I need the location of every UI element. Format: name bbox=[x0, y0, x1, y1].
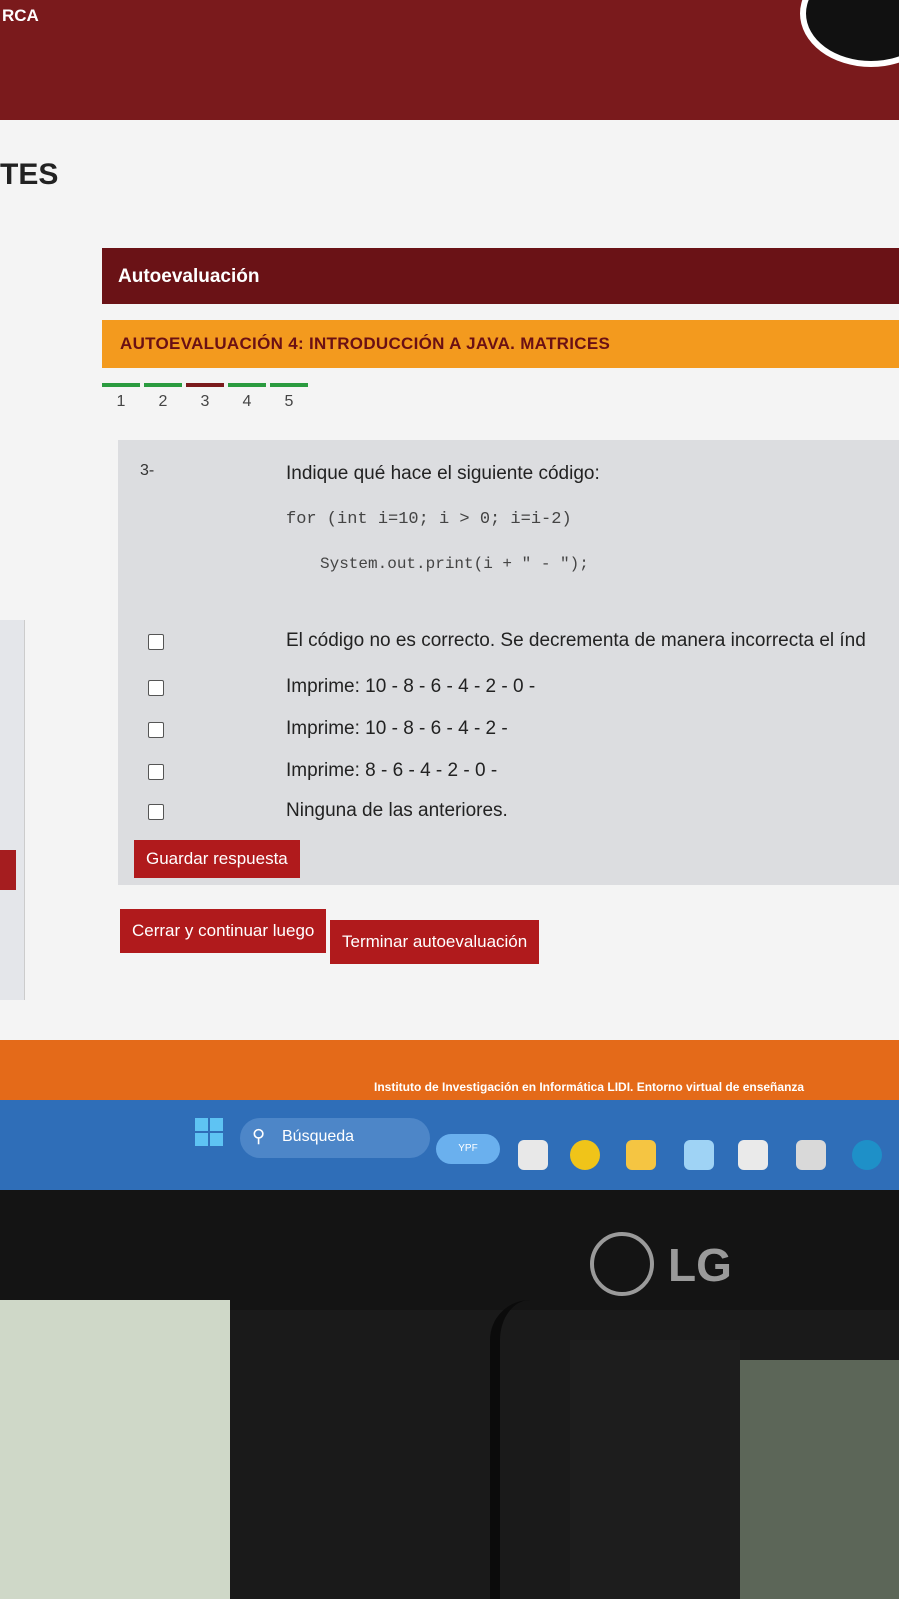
desk-surface bbox=[0, 1300, 230, 1599]
monitor-brand: LG bbox=[668, 1239, 732, 1291]
panel-title: Autoevaluación bbox=[118, 266, 260, 287]
answer-checkbox[interactable] bbox=[148, 722, 164, 738]
terminal-icon[interactable] bbox=[738, 1140, 768, 1170]
quiz-title-bar: AUTOEVALUACIÓN 4: INTRODUCCIÓN A JAVA. M… bbox=[102, 320, 899, 368]
taskbar-widget-chip[interactable]: YPF bbox=[436, 1134, 500, 1164]
lg-logo-icon bbox=[590, 1232, 654, 1296]
answer-checkbox[interactable] bbox=[148, 804, 164, 820]
save-answer-button[interactable]: Guardar respuesta bbox=[134, 840, 300, 878]
step-indicator bbox=[186, 383, 224, 387]
user-avatar[interactable] bbox=[800, 0, 899, 67]
answer-checkbox[interactable] bbox=[148, 680, 164, 696]
answer-checkbox[interactable] bbox=[148, 764, 164, 780]
code-line: for (int i=10; i > 0; i=i-2) bbox=[286, 510, 572, 529]
step-4[interactable]: 4 bbox=[228, 383, 266, 411]
question-number: 3- bbox=[140, 462, 155, 479]
code-line: System.out.print(i + " - "); bbox=[320, 555, 589, 573]
page-section-title: TES bbox=[0, 158, 59, 191]
windows-start-icon[interactable] bbox=[195, 1118, 223, 1146]
taskbar-search[interactable]: ⚲ Búsqueda bbox=[240, 1118, 430, 1158]
step-indicator bbox=[270, 383, 308, 387]
step-3[interactable]: 3 bbox=[186, 383, 224, 411]
app-icon[interactable] bbox=[684, 1140, 714, 1170]
answer-option[interactable]: Ninguna de las anteriores. bbox=[148, 800, 899, 830]
answer-label: Imprime: 10 - 8 - 6 - 4 - 2 - bbox=[286, 718, 508, 739]
step-indicator bbox=[102, 383, 140, 387]
search-label: Búsqueda bbox=[282, 1128, 355, 1145]
monitor-screen: RCA TES Autoevaluación AUTOEVALUACIÓN 4:… bbox=[0, 0, 899, 1190]
answer-label: El código no es correcto. Se decrementa … bbox=[286, 630, 866, 651]
step-indicator bbox=[144, 383, 182, 387]
question-text: Indique qué hace el siguiente código: bbox=[286, 463, 600, 484]
desk-surface bbox=[740, 1360, 899, 1599]
cable bbox=[490, 1300, 590, 1599]
answer-label: Imprime: 8 - 6 - 4 - 2 - 0 - bbox=[286, 760, 498, 781]
sidebar-active-item[interactable] bbox=[0, 850, 16, 890]
task-view-icon[interactable] bbox=[518, 1140, 548, 1170]
quiz-title: AUTOEVALUACIÓN 4: INTRODUCCIÓN A JAVA. M… bbox=[120, 334, 611, 353]
finish-quiz-button[interactable]: Terminar autoevaluación bbox=[330, 920, 540, 964]
answer-label: Ninguna de las anteriores. bbox=[286, 800, 508, 821]
search-icon: ⚲ bbox=[252, 1126, 266, 1146]
answer-option[interactable]: Imprime: 10 - 8 - 6 - 4 - 2 - 0 - bbox=[148, 676, 899, 706]
step-indicator bbox=[228, 383, 266, 387]
site-header: RCA bbox=[0, 0, 899, 120]
site-brand: RCA bbox=[2, 6, 39, 25]
answer-option[interactable]: Imprime: 8 - 6 - 4 - 2 - 0 - bbox=[148, 760, 899, 790]
step-1[interactable]: 1 bbox=[102, 383, 140, 411]
outlook-icon[interactable] bbox=[852, 1140, 882, 1170]
step-2[interactable]: 2 bbox=[144, 383, 182, 411]
monitor-bezel bbox=[0, 1190, 899, 1310]
panel-header: Autoevaluación bbox=[102, 248, 899, 304]
file-explorer-icon[interactable] bbox=[626, 1140, 656, 1170]
step-5[interactable]: 5 bbox=[270, 383, 308, 411]
answer-checkbox[interactable] bbox=[148, 634, 164, 650]
close-continue-button[interactable]: Cerrar y continuar luego bbox=[120, 909, 327, 953]
left-sidebar bbox=[0, 620, 25, 1000]
settings-icon[interactable] bbox=[796, 1140, 826, 1170]
chrome-icon[interactable] bbox=[570, 1140, 600, 1170]
footer-text: Instituto de Investigación en Informátic… bbox=[374, 1080, 805, 1094]
answer-option[interactable]: El código no es correcto. Se decrementa … bbox=[148, 630, 899, 660]
question-stepper: 1 2 3 4 5 bbox=[102, 383, 312, 411]
monitor-stand bbox=[570, 1340, 740, 1599]
answer-label: Imprime: 10 - 8 - 6 - 4 - 2 - 0 - bbox=[286, 676, 536, 697]
answer-option[interactable]: Imprime: 10 - 8 - 6 - 4 - 2 - bbox=[148, 718, 899, 748]
